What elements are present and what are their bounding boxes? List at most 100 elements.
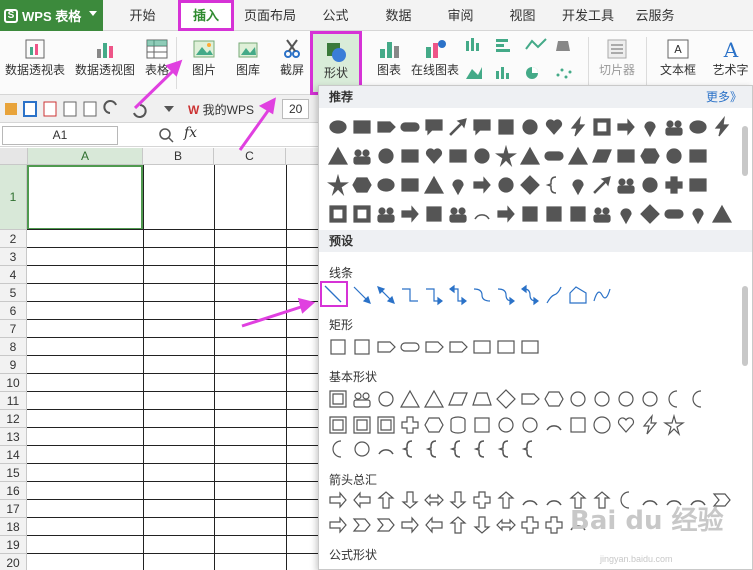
basic-para-icon[interactable]: [447, 388, 469, 410]
line-shape-9-icon[interactable]: [543, 284, 565, 306]
arrow2-larrow-icon[interactable]: [423, 514, 445, 536]
recommend-frame-icon[interactable]: [351, 203, 373, 225]
rect-pent-icon[interactable]: [423, 336, 445, 358]
recommend-tri-icon[interactable]: [327, 145, 349, 167]
more-link[interactable]: 更多》: [706, 86, 742, 108]
recommend-pent-icon[interactable]: [375, 116, 397, 138]
arrow2-cross-icon[interactable]: [543, 514, 565, 536]
recommend-frame-icon[interactable]: [591, 116, 613, 138]
recommend-rrect-icon[interactable]: [543, 145, 565, 167]
basic-circle-icon[interactable]: [591, 388, 613, 410]
basic-people-icon[interactable]: [351, 388, 373, 410]
arrow2-darrow-icon[interactable]: [471, 514, 493, 536]
arrow2-cross-icon[interactable]: [519, 514, 541, 536]
rect-square-icon[interactable]: [351, 336, 373, 358]
basic2-heart-icon[interactable]: [615, 414, 637, 436]
row-header[interactable]: 4: [0, 266, 27, 284]
basic3-arc-icon[interactable]: [375, 438, 397, 460]
basic2-frame-icon[interactable]: [375, 414, 397, 436]
scrollbar-thumb[interactable]: [742, 126, 748, 176]
tab-data[interactable]: 数据: [376, 0, 421, 31]
arrow2-rarrow-icon[interactable]: [327, 514, 349, 536]
recommend-square-icon[interactable]: [567, 203, 589, 225]
recommend-rrect-icon[interactable]: [399, 116, 421, 138]
recommend-diamond-icon[interactable]: [639, 203, 661, 225]
recommend-pin-icon[interactable]: [567, 174, 589, 196]
recommend-tri-icon[interactable]: [519, 145, 541, 167]
rect-pent-icon[interactable]: [447, 336, 469, 358]
column-header-c[interactable]: C: [214, 148, 286, 165]
recommend-callout-icon[interactable]: [423, 116, 445, 138]
row-header[interactable]: 5: [0, 284, 27, 302]
basic-circle-icon[interactable]: [375, 388, 397, 410]
recommend-heart-icon[interactable]: [423, 145, 445, 167]
recommend-circle-icon[interactable]: [663, 145, 685, 167]
row-header[interactable]: 9: [0, 356, 27, 374]
arrow-darrow-icon[interactable]: [447, 489, 469, 511]
row-header[interactable]: 20: [0, 554, 27, 570]
recommend-brace-icon[interactable]: [543, 174, 565, 196]
recommend-hex-icon[interactable]: [351, 174, 373, 196]
basic-tri-icon[interactable]: [423, 388, 445, 410]
recommend-people-icon[interactable]: [351, 145, 373, 167]
recommend-cross-icon[interactable]: [663, 174, 685, 196]
recommend-pin-icon[interactable]: [639, 116, 661, 138]
line-shape-11-icon[interactable]: [591, 284, 613, 306]
doc-tab-mywps[interactable]: W 我的WPS: [188, 101, 254, 118]
basic-frame-icon[interactable]: [327, 388, 349, 410]
recommend-rect-icon[interactable]: [687, 145, 709, 167]
basic2-circle-icon[interactable]: [519, 414, 541, 436]
basic3-moon-icon[interactable]: [327, 438, 349, 460]
tab-formula[interactable]: 公式: [313, 0, 358, 31]
tab-page-layout[interactable]: 页面布局: [240, 0, 300, 31]
arrow-lr-icon[interactable]: [423, 489, 445, 511]
recommend-square-icon[interactable]: [495, 116, 517, 138]
recommend-heart-icon[interactable]: [543, 116, 565, 138]
arrow-larrow-icon[interactable]: [351, 489, 373, 511]
tab-review[interactable]: 审阅: [438, 0, 483, 31]
zoom-icon[interactable]: [158, 127, 174, 143]
arrow2-rarrow-icon[interactable]: [399, 514, 421, 536]
basic-moon-icon[interactable]: [687, 388, 709, 410]
basic3-brace-icon[interactable]: [519, 438, 541, 460]
line-shape-4-icon[interactable]: [423, 284, 445, 306]
row-header[interactable]: 6: [0, 302, 27, 320]
basic2-frame-icon[interactable]: [327, 414, 349, 436]
recommend-oval-icon[interactable]: [687, 116, 709, 138]
recommend-rect-icon[interactable]: [615, 145, 637, 167]
basic-hex-icon[interactable]: [543, 388, 565, 410]
tab-insert[interactable]: 插入: [178, 0, 234, 31]
tab-developer[interactable]: 开发工具: [558, 0, 618, 31]
arrow2-chevron-icon[interactable]: [351, 514, 373, 536]
arrow-cross-icon[interactable]: [471, 489, 493, 511]
recommend-people-icon[interactable]: [615, 174, 637, 196]
recommend-rarrow-icon[interactable]: [399, 203, 421, 225]
tab-view[interactable]: 视图: [500, 0, 545, 31]
basic3-circle-icon[interactable]: [351, 438, 373, 460]
arrow-arc-icon[interactable]: [543, 489, 565, 511]
row-header[interactable]: 18: [0, 518, 27, 536]
recommend-bolt-icon[interactable]: [567, 116, 589, 138]
line-shape-5-icon[interactable]: [447, 284, 469, 306]
recommend-people-icon[interactable]: [447, 203, 469, 225]
recommend-rect-icon[interactable]: [399, 174, 421, 196]
recommend-arrow-icon[interactable]: [591, 174, 613, 196]
row-header[interactable]: 14: [0, 446, 27, 464]
basic3-brace-icon[interactable]: [471, 438, 493, 460]
basic-circle-icon[interactable]: [567, 388, 589, 410]
recommend-pin-icon[interactable]: [687, 203, 709, 225]
basic2-arc-icon[interactable]: [543, 414, 565, 436]
row-header[interactable]: 19: [0, 536, 27, 554]
basic2-star-icon[interactable]: [663, 414, 685, 436]
recommend-square-icon[interactable]: [543, 203, 565, 225]
recommend-pin-icon[interactable]: [447, 174, 469, 196]
line-shape-10-icon[interactable]: [567, 284, 589, 306]
basic2-cross-icon[interactable]: [399, 414, 421, 436]
rect-rect-icon[interactable]: [471, 336, 493, 358]
recommend-tri-icon[interactable]: [423, 174, 445, 196]
row-header[interactable]: 16: [0, 482, 27, 500]
basic3-brace-icon[interactable]: [423, 438, 445, 460]
basic3-brace-icon[interactable]: [399, 438, 421, 460]
recommend-circle-icon[interactable]: [375, 145, 397, 167]
basic2-smile-icon[interactable]: [591, 414, 613, 436]
